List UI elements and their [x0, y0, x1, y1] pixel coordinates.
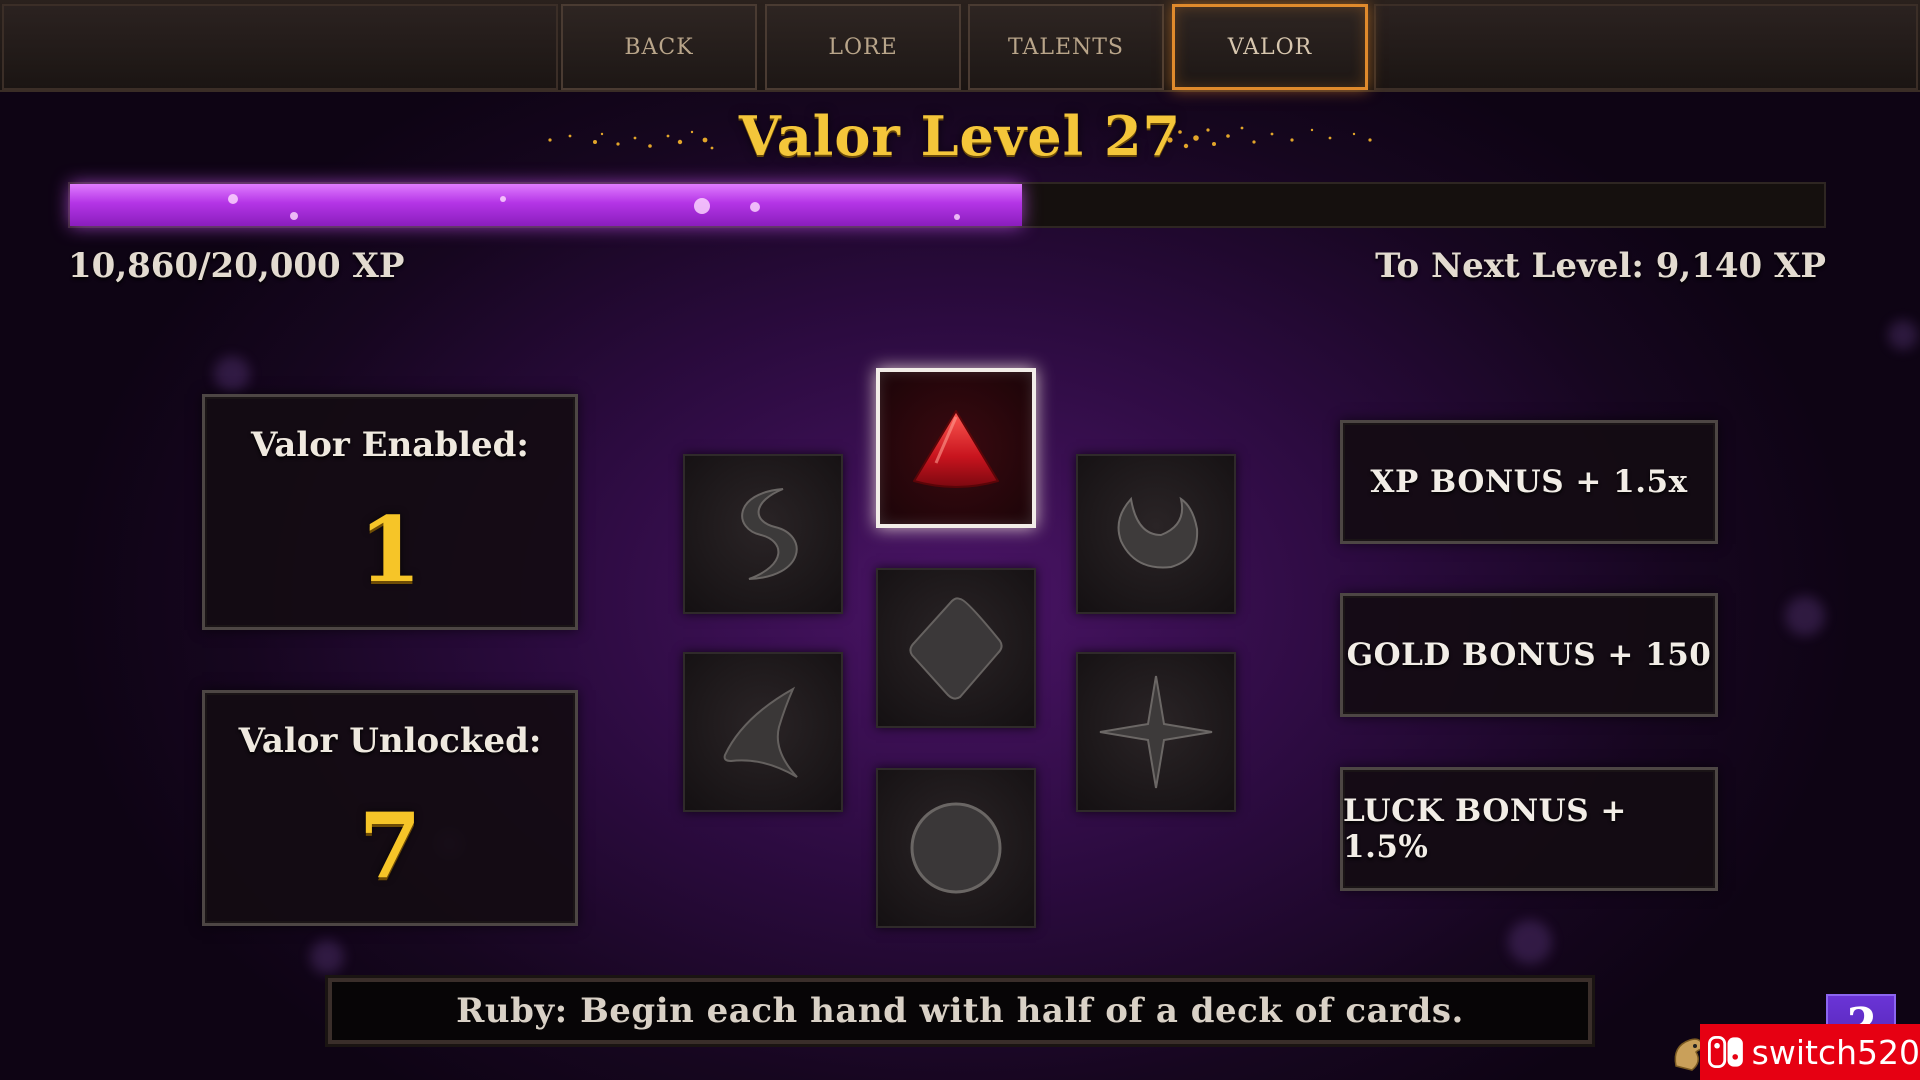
gem-slot-ruby[interactable]	[876, 368, 1036, 528]
switch-logo-icon	[1708, 1035, 1743, 1069]
bokeh-light	[1785, 596, 1825, 636]
watermark-text: switch520	[1751, 1032, 1920, 1072]
glow-particle	[954, 214, 960, 220]
valor-enabled-label: Valor Enabled:	[251, 425, 529, 465]
luck-bonus-panel: LUCK BONUS + 1.5%	[1340, 767, 1718, 891]
bokeh-light	[310, 940, 344, 974]
gem-description-text: Ruby: Begin each hand with half of a dec…	[456, 991, 1464, 1031]
tab-valor[interactable]: VALOR	[1172, 4, 1368, 90]
top-nav-bar: BACK LORE TALENTS VALOR	[0, 0, 1920, 92]
valor-enabled-panel: Valor Enabled: 1	[202, 394, 578, 630]
page-title: Valor Level 27	[738, 104, 1182, 168]
valor-enabled-value: 1	[358, 497, 422, 603]
xp-progress-fill	[70, 184, 1023, 226]
glow-particle	[500, 196, 506, 202]
nav-right-panel	[1374, 4, 1918, 90]
valor-unlocked-label: Valor Unlocked:	[238, 721, 542, 761]
luck-bonus-text: LUCK BONUS + 1.5%	[1343, 793, 1627, 865]
sparkle-right-icon	[1167, 126, 1372, 149]
horned-ring-gem-icon	[1117, 496, 1199, 569]
xp-bonus-text: XP BONUS + 1.5x	[1370, 464, 1688, 500]
tab-back[interactable]: BACK	[561, 4, 757, 90]
bokeh-light	[1508, 920, 1552, 964]
valor-unlocked-panel: Valor Unlocked: 7	[202, 690, 578, 926]
title-row: Valor Level 27	[0, 104, 1920, 178]
ruby-gem-icon	[913, 410, 999, 488]
star-gem-icon	[1099, 675, 1213, 789]
circle-gem-icon	[910, 802, 1002, 894]
xp-current-text: 10,860/20,000 XP	[68, 246, 405, 286]
xp-bonus-panel: XP BONUS + 1.5x	[1340, 420, 1718, 544]
gem-slot-crescent[interactable]	[683, 454, 843, 614]
glow-particle	[290, 212, 298, 220]
xp-progress-bar	[68, 182, 1826, 228]
gem-slot-boomerang[interactable]	[683, 652, 843, 812]
nav-left-panel	[2, 4, 558, 90]
bokeh-light	[214, 356, 250, 392]
gem-slot-horned-ring[interactable]	[1076, 454, 1236, 614]
tab-talents[interactable]: TALENTS	[968, 4, 1164, 90]
gem-slot-star[interactable]	[1076, 652, 1236, 812]
glow-particle	[694, 198, 710, 214]
gem-slot-diamond[interactable]	[876, 568, 1036, 728]
valor-unlocked-value: 7	[358, 793, 422, 899]
bokeh-light	[1888, 320, 1918, 350]
gold-bonus-panel: GOLD BONUS + 150	[1340, 593, 1718, 717]
glow-particle	[750, 202, 760, 212]
tab-lore[interactable]: LORE	[765, 4, 961, 90]
gem-description-panel: Ruby: Begin each hand with half of a dec…	[328, 978, 1592, 1044]
glow-particle	[228, 194, 238, 204]
diamond-gem-icon	[909, 597, 1003, 700]
crescent-s-gem-icon	[741, 488, 798, 580]
gold-bonus-text: GOLD BONUS + 150	[1346, 637, 1712, 673]
xp-to-next-text: To Next Level: 9,140 XP	[1375, 246, 1826, 286]
boomerang-gem-icon	[723, 686, 798, 778]
gem-slot-circle[interactable]	[876, 768, 1036, 928]
watermark-banner: switch520	[1700, 1024, 1920, 1080]
